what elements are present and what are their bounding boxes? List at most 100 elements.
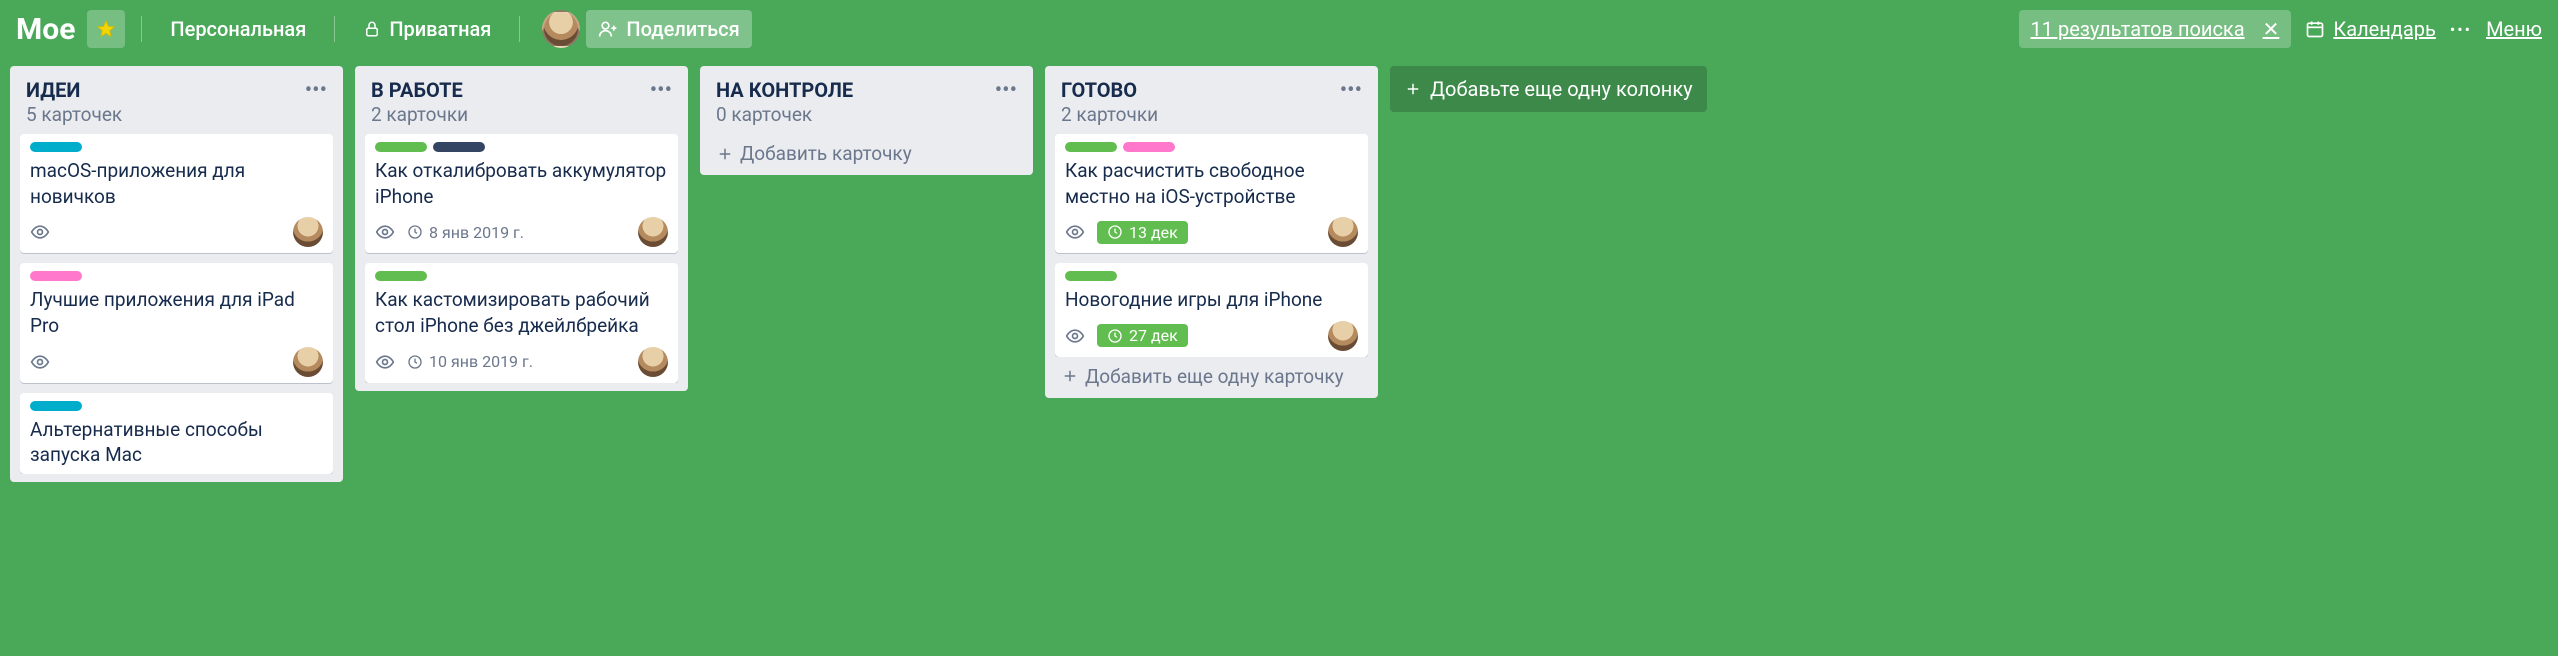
list-title[interactable]: В РАБОТЕ xyxy=(371,78,463,102)
watch-icon xyxy=(30,222,50,242)
watch-icon xyxy=(30,352,50,372)
clock-icon xyxy=(1107,328,1123,344)
star-button[interactable] xyxy=(87,10,125,48)
card-title: Лучшие приложения для iPad Pro xyxy=(30,287,323,338)
list: ИДЕИ ••• 5 карточек macOS-приложения для… xyxy=(10,66,343,482)
card-labels xyxy=(30,401,323,411)
team-button[interactable]: Персональная xyxy=(158,10,318,48)
card-title: Альтернативные способы запуска Mac xyxy=(30,417,323,468)
list-count: 2 карточки xyxy=(1055,103,1368,134)
card[interactable]: Как откалибровать аккумулятор iPhone 8 я… xyxy=(365,134,678,253)
plus-icon xyxy=(1061,367,1079,385)
list-title[interactable]: НА КОНТРОЛЕ xyxy=(716,78,853,102)
card-labels xyxy=(30,142,323,152)
card-labels xyxy=(30,271,323,281)
card-label[interactable] xyxy=(375,142,427,152)
card-member-avatar[interactable] xyxy=(638,347,668,377)
list-header: ИДЕИ ••• xyxy=(20,76,333,103)
list-menu-button[interactable]: ••• xyxy=(305,78,327,103)
card-title: Как кастомизировать рабочий стол iPhone … xyxy=(375,287,668,338)
star-icon xyxy=(96,19,116,39)
add-list-button[interactable]: Добавьте еще одну колонку xyxy=(1390,66,1707,112)
list-count: 0 карточек xyxy=(710,103,1023,134)
calendar-button[interactable]: Календарь xyxy=(2305,17,2435,41)
card-label[interactable] xyxy=(375,271,427,281)
board-title[interactable]: Мое xyxy=(16,12,75,47)
card[interactable]: Альтернативные способы запуска Mac xyxy=(20,393,333,474)
watch-badge xyxy=(30,352,50,372)
card-labels xyxy=(1065,142,1358,152)
lock-icon xyxy=(363,20,381,38)
card-member-avatar[interactable] xyxy=(638,217,668,247)
list-menu-button[interactable]: ••• xyxy=(995,78,1017,103)
watch-badge xyxy=(1065,222,1085,242)
visibility-button[interactable]: Приватная xyxy=(351,10,503,48)
card-label[interactable] xyxy=(30,401,82,411)
card-labels xyxy=(375,142,668,152)
card-footer xyxy=(30,347,323,377)
due-text: 10 янв 2019 г. xyxy=(429,352,533,371)
card-label[interactable] xyxy=(1065,142,1117,152)
list-header: В РАБОТЕ ••• xyxy=(365,76,678,103)
card-title: Как откалибровать аккумулятор iPhone xyxy=(375,158,668,209)
due-text: 27 дек xyxy=(1129,326,1178,345)
due-text: 8 янв 2019 г. xyxy=(429,223,524,242)
list-title[interactable]: ИДЕИ xyxy=(26,78,80,102)
due-text: 13 дек xyxy=(1129,223,1178,242)
list: НА КОНТРОЛЕ ••• 0 карточек Добавить карт… xyxy=(700,66,1033,175)
plus-icon xyxy=(716,145,734,163)
due-badge[interactable]: 27 дек xyxy=(1097,324,1188,347)
cards-container: Как расчистить свободное местно на iOS-у… xyxy=(1055,134,1368,357)
cards-container: macOS-приложения для новичков Лучшие при… xyxy=(20,134,333,474)
clear-search-button[interactable]: ✕ xyxy=(2263,17,2280,41)
board-header: Мое Персональная Приватная Поделиться 11… xyxy=(0,0,2558,58)
avatar[interactable] xyxy=(542,10,580,48)
card-member-avatar[interactable] xyxy=(1328,321,1358,351)
clock-icon xyxy=(407,224,423,240)
watch-badge xyxy=(375,222,395,242)
calendar-icon xyxy=(2305,19,2325,39)
calendar-label: Календарь xyxy=(2333,17,2435,41)
card-label[interactable] xyxy=(30,142,82,152)
due-badge[interactable]: 13 дек xyxy=(1097,221,1188,244)
plus-icon xyxy=(1404,80,1422,98)
card[interactable]: macOS-приложения для новичков xyxy=(20,134,333,253)
list-menu-button[interactable]: ••• xyxy=(1340,78,1362,103)
board: ИДЕИ ••• 5 карточек macOS-приложения для… xyxy=(0,58,2558,656)
add-card-label: Добавить еще одну карточку xyxy=(1085,365,1344,388)
menu-button[interactable]: Меню xyxy=(2486,17,2542,41)
card[interactable]: Как кастомизировать рабочий стол iPhone … xyxy=(365,263,678,382)
card-footer: 8 янв 2019 г. xyxy=(375,217,668,247)
card-title: Как расчистить свободное местно на iOS-у… xyxy=(1065,158,1358,209)
card-label[interactable] xyxy=(1123,142,1175,152)
list-menu-button[interactable]: ••• xyxy=(650,78,672,103)
card-label[interactable] xyxy=(1065,271,1117,281)
watch-icon xyxy=(1065,326,1085,346)
card-label[interactable] xyxy=(433,142,485,152)
card-labels xyxy=(375,271,668,281)
card-footer: 13 дек xyxy=(1065,217,1358,247)
separator xyxy=(141,16,142,42)
card-member-avatar[interactable] xyxy=(293,217,323,247)
card-label[interactable] xyxy=(30,271,82,281)
menu-label: Меню xyxy=(2486,17,2542,41)
clock-icon xyxy=(407,354,423,370)
card[interactable]: Как расчистить свободное местно на iOS-у… xyxy=(1055,134,1368,253)
search-results-label: 11 результатов поиска xyxy=(2031,17,2245,41)
due-badge[interactable]: 10 янв 2019 г. xyxy=(407,352,533,371)
card-member-avatar[interactable] xyxy=(1328,217,1358,247)
add-card-button[interactable]: Добавить еще одну карточку xyxy=(1055,357,1368,390)
due-badge[interactable]: 8 янв 2019 г. xyxy=(407,223,524,242)
card[interactable]: Новогодние игры для iPhone 27 дек xyxy=(1055,263,1368,357)
list-title[interactable]: ГОТОВО xyxy=(1061,78,1137,102)
separator xyxy=(334,16,335,42)
card[interactable]: Лучшие приложения для iPad Pro xyxy=(20,263,333,382)
team-label: Персональная xyxy=(170,17,306,41)
share-button[interactable]: Поделиться xyxy=(586,10,751,48)
list-header: ГОТОВО ••• xyxy=(1055,76,1368,103)
card-member-avatar[interactable] xyxy=(293,347,323,377)
search-results-pill[interactable]: 11 результатов поиска ✕ xyxy=(2019,10,2292,48)
add-card-button[interactable]: Добавить карточку xyxy=(710,134,1023,167)
watch-badge xyxy=(375,352,395,372)
card-title: Новогодние игры для iPhone xyxy=(1065,287,1358,313)
